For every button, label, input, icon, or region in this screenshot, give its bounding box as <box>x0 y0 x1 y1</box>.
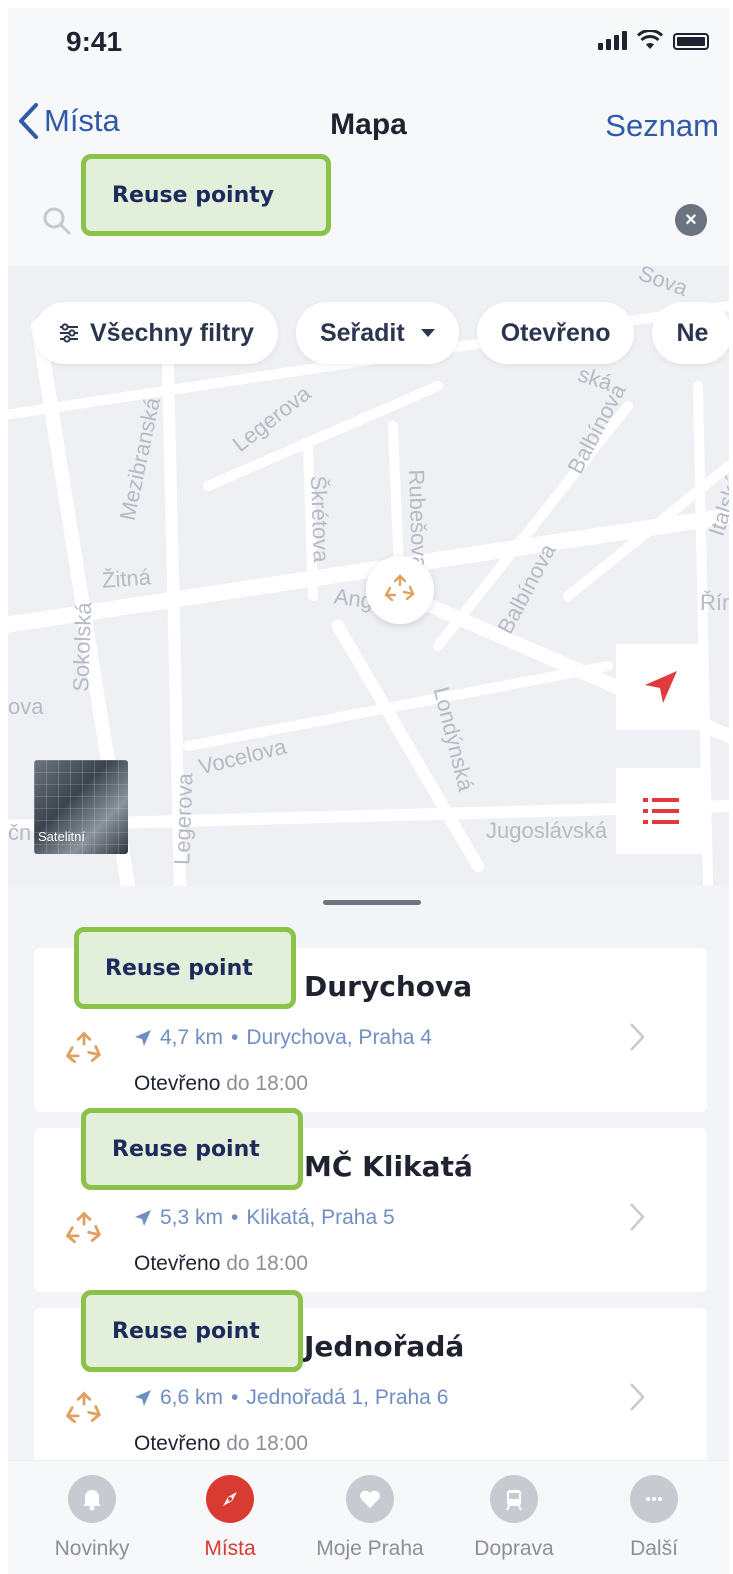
tab-novinky[interactable]: Novinky <box>22 1475 162 1561</box>
search-annotation: Reuse pointy <box>81 154 331 236</box>
chip-label: Ne <box>676 318 709 347</box>
status-icons <box>598 30 709 50</box>
tab-dalsi[interactable]: Další <box>584 1475 724 1561</box>
address: Jednořadá 1, Praha 6 <box>246 1386 449 1409</box>
street-label: Rubešova <box>403 469 433 569</box>
place-title: Durychova <box>304 970 473 1003</box>
more-icon <box>630 1475 678 1523</box>
bell-icon <box>68 1475 116 1523</box>
street-label: čn <box>8 820 32 845</box>
location-arrow-icon <box>135 1030 151 1046</box>
filter-chips: Všechny filtry Seřadit Otevřeno Ne <box>34 302 729 364</box>
street-label: Řím <box>700 590 729 615</box>
compass-icon <box>206 1475 254 1523</box>
location-arrow-icon <box>135 1210 151 1226</box>
map-pin-reuse-point[interactable] <box>366 556 434 624</box>
open-status: Otevřeno <box>134 1432 221 1455</box>
place-annotation: Reuse point <box>81 1108 303 1190</box>
map-view[interactable]: Mezibranská Legerova Škrétova Rubešova B… <box>8 266 729 886</box>
street-label: Žitná <box>101 564 152 593</box>
distance: 5,3 km <box>160 1206 224 1229</box>
street-label: Jugoslávská <box>486 818 608 843</box>
street-label: Sokolská <box>68 601 97 693</box>
open-until: do 18:00 <box>226 1432 308 1455</box>
place-meta: 6,6 km • Jednořadá 1, Praha 6 <box>134 1386 448 1410</box>
sort-chip[interactable]: Seřadit <box>295 302 459 364</box>
status-time: 9:41 <box>66 26 123 57</box>
list-view-button[interactable]: Seznam <box>605 108 719 144</box>
open-status: Otevřeno <box>134 1072 221 1095</box>
tram-icon <box>490 1475 538 1523</box>
place-annotation: Reuse point <box>81 1290 303 1372</box>
recycle-icon <box>65 1211 102 1244</box>
address: Durychova, Praha 4 <box>246 1026 432 1049</box>
open-until: do 18:00 <box>226 1072 308 1095</box>
heart-icon <box>346 1475 394 1523</box>
separator: • <box>231 1026 239 1049</box>
chevron-right-icon <box>630 1203 645 1231</box>
tab-label: Doprava <box>474 1537 554 1560</box>
list-icon <box>643 798 679 824</box>
satellite-toggle[interactable]: Satelitní <box>34 760 128 854</box>
separator: • <box>231 1386 239 1409</box>
tab-moje-praha[interactable]: Moje Praha <box>300 1475 440 1561</box>
open-status: Otevřeno <box>134 1252 221 1275</box>
chevron-right-icon <box>630 1023 645 1051</box>
location-arrow-icon <box>135 1390 151 1406</box>
status-bar: 9:41 <box>8 8 729 70</box>
place-title: MČ Klikatá <box>304 1150 473 1183</box>
opening-hours: Otevřeno do 18:00 <box>134 1252 308 1276</box>
tab-label: Místa <box>204 1537 256 1560</box>
app-frame: 9:41 Místa Mapa Seznam × Reuse pointy Me… <box>8 8 729 1574</box>
recycle-icon <box>384 574 415 602</box>
tab-label: Moje Praha <box>316 1537 424 1560</box>
tab-doprava[interactable]: Doprava <box>444 1475 584 1561</box>
opening-hours: Otevřeno do 18:00 <box>134 1432 308 1456</box>
clear-icon[interactable]: × <box>675 204 707 236</box>
open-until: do 18:00 <box>226 1252 308 1275</box>
distance: 4,7 km <box>160 1026 224 1049</box>
place-title: Jednořadá <box>304 1330 465 1363</box>
recycle-icon <box>65 1391 102 1424</box>
street-label: Škrétova <box>305 475 334 563</box>
search-icon <box>43 207 71 235</box>
sheet-drag-handle[interactable] <box>323 900 421 905</box>
place-meta: 4,7 km • Durychova, Praha 4 <box>134 1026 432 1050</box>
open-now-chip[interactable]: Otevřeno <box>476 302 635 364</box>
place-meta: 5,3 km • Klikatá, Praha 5 <box>134 1206 395 1230</box>
more-filter-chip[interactable]: Ne <box>652 302 729 364</box>
address: Klikatá, Praha 5 <box>246 1206 395 1229</box>
battery-icon <box>673 33 709 50</box>
place-annotation: Reuse point <box>74 927 296 1009</box>
tab-label: Další <box>630 1537 678 1560</box>
location-arrow-icon <box>645 671 677 703</box>
wifi-icon <box>637 30 663 49</box>
list-toggle-button[interactable] <box>616 768 706 854</box>
chevron-right-icon <box>630 1383 645 1411</box>
recycle-icon <box>65 1031 102 1064</box>
my-location-button[interactable] <box>616 644 706 730</box>
caret-down-icon <box>420 329 435 337</box>
opening-hours: Otevřeno do 18:00 <box>134 1072 308 1096</box>
distance: 6,6 km <box>160 1386 224 1409</box>
chip-label: Otevřeno <box>500 318 611 347</box>
all-filters-chip[interactable]: Všechny filtry <box>34 302 278 364</box>
street-label: Legerova <box>169 772 198 866</box>
tab-label: Novinky <box>54 1537 130 1560</box>
tab-bar: Novinky Místa Moje Praha Doprava Další <box>8 1460 729 1574</box>
tab-mista[interactable]: Místa <box>160 1475 300 1561</box>
separator: • <box>231 1206 239 1229</box>
satellite-label: Satelitní <box>38 829 85 844</box>
chip-label: Všechny filtry <box>90 318 254 347</box>
street-label: ova <box>8 694 44 719</box>
chip-label: Seřadit <box>319 318 405 347</box>
sliders-icon <box>60 323 78 343</box>
signal-icon <box>598 30 627 50</box>
